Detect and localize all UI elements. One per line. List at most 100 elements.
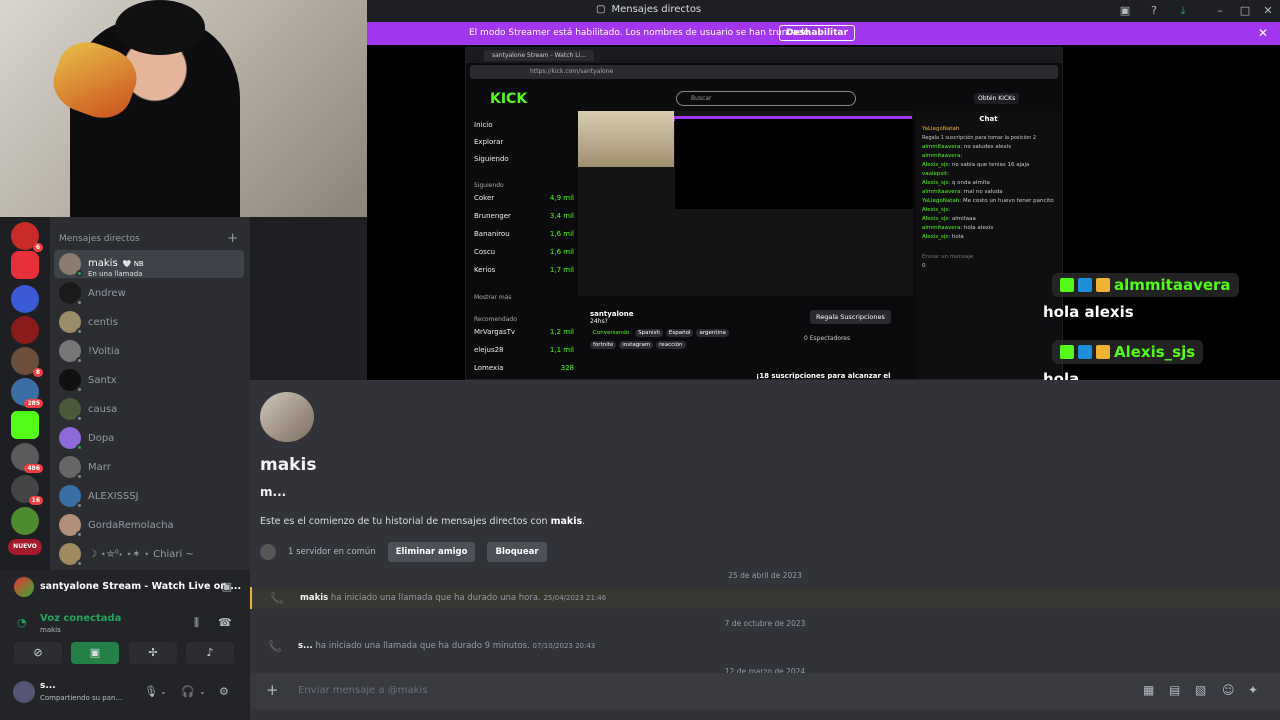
phone-icon: 📞: [268, 639, 282, 653]
dm-main: makis m... Este es el comienzo de tu his…: [250, 380, 1280, 720]
gif-icon[interactable]: ▤: [1169, 683, 1180, 697]
browser-tabbar: santyalone Stream - Watch Li...: [466, 48, 1062, 63]
minimize-icon[interactable]: –: [1211, 3, 1229, 19]
kick-server-icon[interactable]: [11, 411, 39, 439]
kick-chat-line: YaLlegoNatah: Me costo un huevo tener pa…: [922, 198, 1054, 204]
stream-avatar: [14, 577, 34, 597]
maximize-icon[interactable]: □: [1236, 3, 1254, 19]
server-icon[interactable]: 6: [11, 222, 43, 252]
server-icon[interactable]: 16: [11, 475, 43, 505]
dm-item-marr[interactable]: Marr: [54, 453, 244, 481]
message-input[interactable]: Enviar mensaje a @makis: [298, 685, 427, 696]
server-icon[interactable]: 486: [11, 443, 43, 473]
attach-icon[interactable]: +: [266, 681, 279, 699]
block-button[interactable]: Bloquear: [487, 542, 547, 562]
avatar: [59, 311, 83, 335]
kick-sub-goal: ¡18 suscripciones para alcanzar el: [756, 372, 891, 380]
help-icon[interactable]: ?: [1145, 3, 1163, 19]
kick-following-header: Siguiendo: [474, 182, 504, 189]
emoji-icon[interactable]: ☺: [1222, 683, 1235, 697]
kick-nav-item: Siguiendo: [474, 155, 509, 163]
remove-friend-button[interactable]: Eliminar amigo: [387, 542, 476, 562]
dm-item-name: GordaRemolacha: [88, 519, 174, 531]
dm-item-name: centis: [88, 316, 118, 328]
chevron-down-icon[interactable]: ⌄: [199, 687, 206, 696]
dm-header: Mensajes directos: [59, 234, 140, 244]
avatar: [59, 485, 83, 509]
server-icon[interactable]: 285: [11, 378, 43, 408]
dm-item-dopa[interactable]: Dopa: [54, 424, 244, 452]
activities-button[interactable]: ✢: [129, 642, 177, 664]
dm-item-name: Andrew: [88, 287, 126, 299]
user-avatar[interactable]: [13, 681, 35, 703]
dm-item-alexisssj[interactable]: ALEXISSSJ: [54, 482, 244, 510]
avatar: [59, 369, 83, 393]
disconnect-icon[interactable]: ☎: [218, 616, 232, 629]
inbox-icon[interactable]: ▣: [1116, 3, 1134, 19]
kick-recommended-item: MrVargasTv 1,2 mil: [474, 328, 574, 336]
kick-since: 24hs?: [590, 318, 608, 325]
kick-tags: Conversando Spanish Español argentina: [590, 329, 729, 337]
microphone-icon[interactable]: 🎙: [144, 685, 158, 698]
new-server-badge[interactable]: NUEVO: [8, 539, 42, 555]
kick-streamer-name: santyalone: [590, 310, 634, 318]
dm-item-santx[interactable]: Santx: [54, 366, 244, 394]
dm-item-makis[interactable]: makis 🤍 NB En una llamada: [54, 250, 244, 278]
headphones-icon[interactable]: 🎧: [181, 685, 195, 698]
kick-tag: Español: [665, 329, 694, 337]
dm-item-causa[interactable]: causa: [54, 395, 244, 423]
kick-category: Conversando: [593, 330, 630, 336]
window-title: ▢ Mensajes directos: [596, 4, 701, 15]
settings-icon[interactable]: ⚙: [219, 685, 229, 698]
overlay-username: Alexis_sjs: [1052, 340, 1204, 364]
gift-icon[interactable]: ▦: [1143, 683, 1154, 697]
download-icon[interactable]: ⤓: [1174, 3, 1192, 19]
kick-following-item: Coscu 1,6 mil: [474, 248, 574, 256]
active-stream-card[interactable]: santyalone Stream - Watch Live on ... ▣: [0, 570, 250, 604]
overlay-message: hola alexis: [1043, 303, 1134, 321]
kick-logo: KICK: [490, 91, 528, 107]
camera-off-button[interactable]: ⊘: [14, 642, 62, 664]
message-composer[interactable]: + Enviar mensaje a @makis ▦ ▤ ▧ ☺ ✦: [250, 673, 1280, 709]
disable-streamer-button[interactable]: Deshabilitar: [779, 25, 855, 41]
dm-item-voltia[interactable]: !Voltia: [54, 337, 244, 365]
date-divider: 7 de octubre de 2023: [724, 619, 806, 628]
dm-item-centis[interactable]: centis: [54, 308, 244, 336]
server-icon[interactable]: [11, 507, 39, 535]
screen-icon[interactable]: ▣: [222, 580, 232, 593]
shared-browser: santyalone Stream - Watch Li... https://…: [465, 47, 1063, 380]
kick-video-player: [578, 111, 913, 296]
chevron-down-icon[interactable]: ⌄: [160, 687, 167, 696]
dm-item-name: Santx: [88, 374, 117, 386]
soundboard-button[interactable]: ♪: [186, 642, 234, 664]
overlay-username: almmitaavera: [1052, 273, 1239, 297]
video-thumbnail: [578, 111, 674, 167]
apps-icon[interactable]: ✦: [1248, 683, 1258, 697]
kick-header: KICK Buscar Obtén KICKs: [466, 81, 1062, 111]
dm-item-status: En una llamada: [88, 269, 143, 278]
server-icon[interactable]: [11, 251, 39, 279]
kick-nav-item: Inicio: [474, 121, 493, 129]
sub-badge-icon: [1078, 278, 1092, 292]
voice-status: Voz conectada: [40, 613, 122, 624]
mutual-servers[interactable]: 1 servidor en común: [288, 547, 376, 557]
kick-recommended-item: elejus28 1,1 mil: [474, 346, 574, 354]
sub-badge-icon: [1078, 345, 1092, 359]
sticker-icon[interactable]: ▧: [1195, 683, 1206, 697]
profile-avatar: [260, 392, 314, 442]
dm-item-chiari[interactable]: ☽ ⋆✮⁰˖ ⋆✶ ⋆ Chiari ~: [54, 540, 244, 568]
dm-item-gordaremolacha[interactable]: GordaRemolacha: [54, 511, 244, 539]
server-icon[interactable]: 8: [11, 347, 43, 377]
kick-chat-line: almmitaavera:: [922, 153, 963, 159]
noise-suppression-icon[interactable]: ⫼: [194, 616, 199, 630]
discord-window: ▢ Mensajes directos ▣ ? ⤓ – □ ✕ El modo …: [0, 0, 1280, 720]
close-icon[interactable]: ✕: [1259, 3, 1277, 19]
kick-tag: Spanish: [635, 329, 663, 337]
screen-share-button[interactable]: ▣: [71, 642, 119, 664]
server-icon[interactable]: [11, 316, 39, 344]
date-divider: 25 de abril de 2023: [728, 571, 802, 580]
new-dm-icon[interactable]: +: [227, 231, 238, 246]
dm-item-andrew[interactable]: Andrew: [54, 279, 244, 307]
banner-close-icon[interactable]: ✕: [1258, 26, 1268, 40]
server-icon[interactable]: [11, 285, 39, 313]
